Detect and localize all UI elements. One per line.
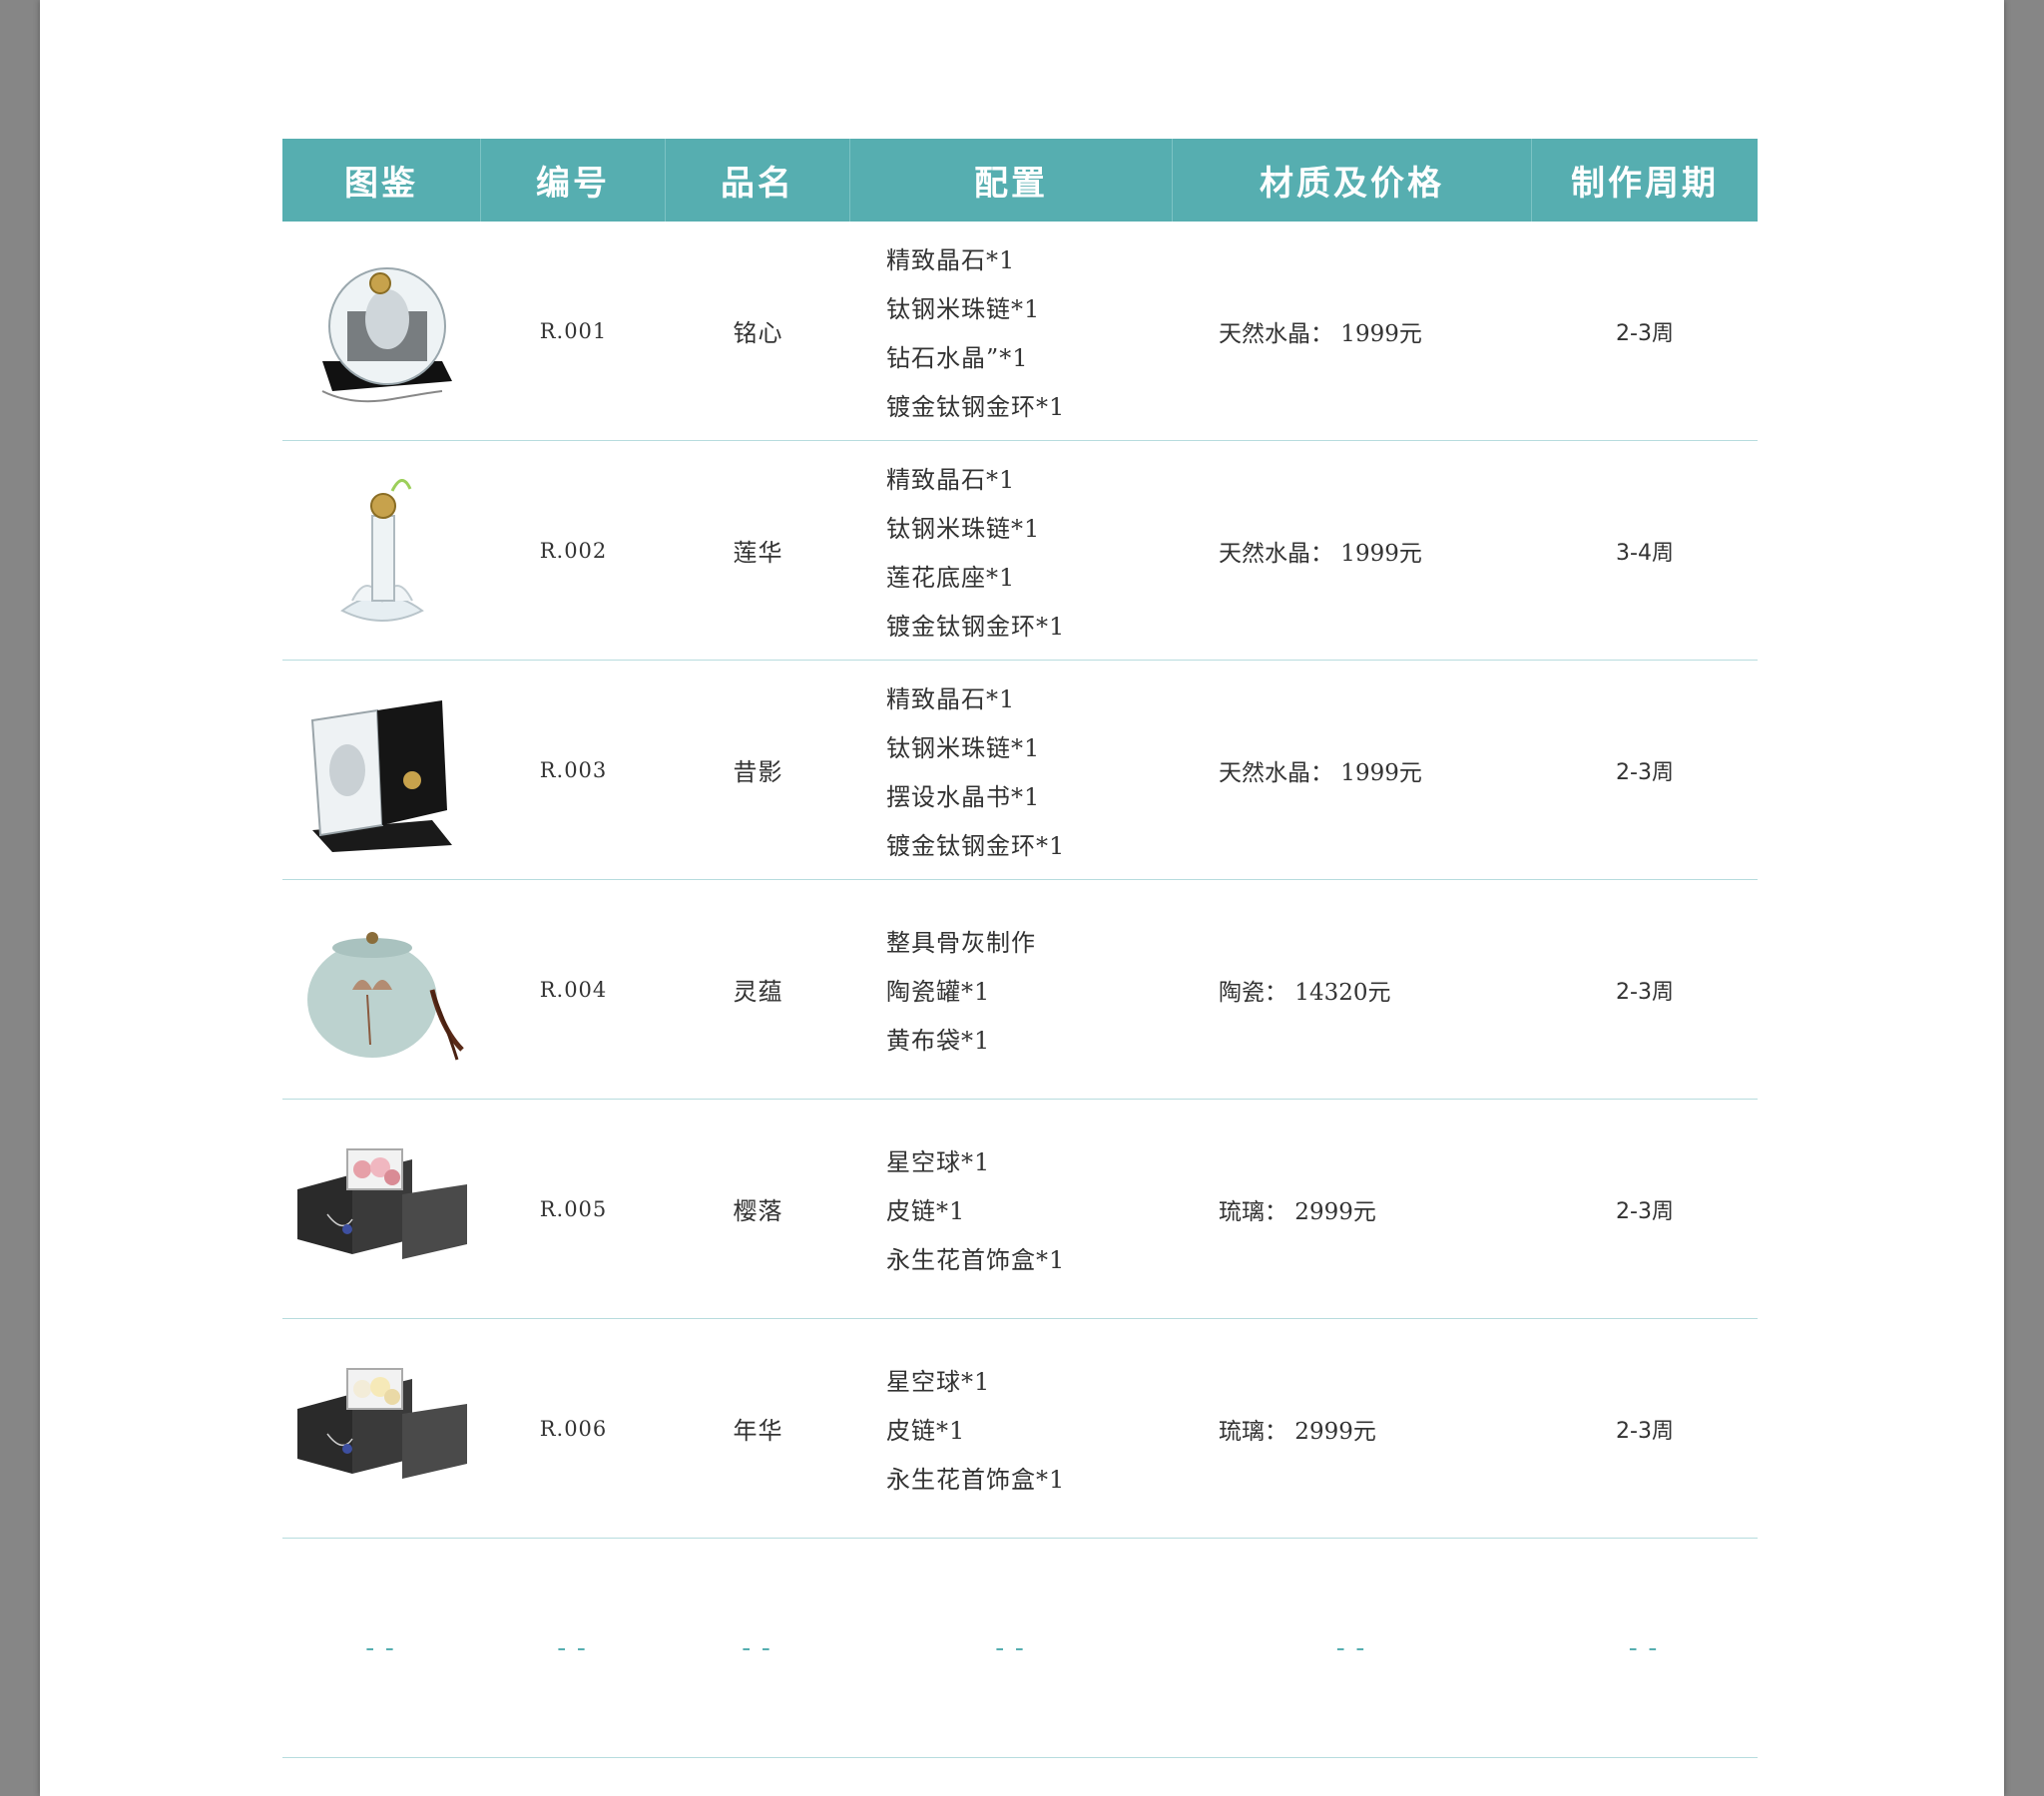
header-thumb: 图鉴 <box>282 139 481 222</box>
config-item: 精致晶石*1 <box>886 684 1016 713</box>
config-item: 钛钢米珠链*1 <box>886 733 1041 762</box>
config-item: 镀金钛钢金环*1 <box>886 392 1066 421</box>
material-price: 陶瓷： 14320元 <box>1219 979 1391 1006</box>
table-row: R.002 莲华 精致晶石*1 钛钢米珠链*1 莲花底座*1 镀金钛钢金环*1 … <box>282 441 1758 661</box>
production-period: 2-3周 <box>1616 759 1674 785</box>
placeholder-cell: -- <box>1332 1632 1372 1663</box>
thumb-cell <box>282 222 481 440</box>
config-cell: 整具骨灰制作 陶瓷罐*1 黄布袋*1 <box>850 880 1173 1099</box>
header-name: 品名 <box>666 139 850 222</box>
config-cell: 星空球*1 皮链*1 永生花首饰盒*1 <box>850 1100 1173 1318</box>
config-item: 黄布袋*1 <box>886 1027 991 1055</box>
product-code: R.004 <box>539 977 608 1002</box>
material-price: 琉璃： 2999元 <box>1219 1418 1376 1445</box>
production-period: 3-4周 <box>1616 540 1674 566</box>
config-cell: 精致晶石*1 钛钢米珠链*1 莲花底座*1 镀金钛钢金环*1 <box>850 441 1173 660</box>
table-row: R.005 樱落 星空球*1 皮链*1 永生花首饰盒*1 琉璃： 2999元 2… <box>282 1100 1758 1319</box>
thumb-cell <box>282 1100 481 1318</box>
product-name: 昔影 <box>733 758 783 786</box>
production-period: 2-3周 <box>1616 979 1674 1005</box>
placeholder-cell: -- <box>1625 1632 1665 1663</box>
product-table: 图鉴 编号 品名 配置 材质及价格 制作周期 R.001 铭心 精致晶石*1 钛… <box>282 139 1758 1758</box>
config-item: 莲花底座*1 <box>886 563 1016 592</box>
product-code: R.001 <box>539 318 608 343</box>
config-item: 摆设水晶书*1 <box>886 782 1041 811</box>
thumb-cell <box>282 661 481 879</box>
config-item: 镀金钛钢金环*1 <box>886 831 1066 860</box>
config-item: 钻石水晶”*1 <box>886 343 1029 372</box>
header-code: 编号 <box>481 139 666 222</box>
pink-flower-jewelry-box-icon <box>296 1147 467 1259</box>
product-code: R.003 <box>539 757 608 782</box>
product-name: 樱落 <box>733 1197 783 1225</box>
table-row: R.003 昔影 精致晶石*1 钛钢米珠链*1 摆设水晶书*1 镀金钛钢金环*1… <box>282 661 1758 880</box>
config-item: 永生花首饰盒*1 <box>886 1246 1066 1274</box>
production-period: 2-3周 <box>1616 1418 1674 1444</box>
product-name: 铭心 <box>733 319 783 347</box>
lotus-crystal-stand-icon <box>339 478 424 622</box>
placeholder-cell: -- <box>553 1632 594 1663</box>
product-name: 莲华 <box>733 539 783 567</box>
config-cell: 星空球*1 皮链*1 永生花首饰盒*1 <box>850 1319 1173 1538</box>
material-price: 天然水晶： 1999元 <box>1219 540 1422 567</box>
config-item: 镀金钛钢金环*1 <box>886 612 1066 641</box>
config-item: 整具骨灰制作 <box>886 929 1036 957</box>
header-config: 配置 <box>850 139 1173 222</box>
table-row: R.001 铭心 精致晶石*1 钛钢米珠链*1 钻石水晶”*1 镀金钛钢金环*1… <box>282 222 1758 441</box>
config-item: 精致晶石*1 <box>886 245 1016 274</box>
product-code: R.005 <box>539 1196 608 1221</box>
production-period: 2-3周 <box>1616 320 1674 346</box>
thumb-cell <box>282 1319 481 1538</box>
material-price: 琉璃： 2999元 <box>1219 1198 1376 1225</box>
config-item: 皮链*1 <box>886 1417 966 1445</box>
product-code: R.002 <box>539 538 608 563</box>
product-code: R.006 <box>539 1416 608 1441</box>
material-price: 天然水晶： 1999元 <box>1219 759 1422 786</box>
table-row: R.006 年华 星空球*1 皮链*1 永生花首饰盒*1 琉璃： 2999元 2… <box>282 1319 1758 1539</box>
config-item: 皮链*1 <box>886 1197 966 1225</box>
ceramic-jar-icon <box>306 931 464 1060</box>
table-row: R.004 灵蕴 整具骨灰制作 陶瓷罐*1 黄布袋*1 陶瓷： 14320元 2… <box>282 880 1758 1100</box>
white-flower-jewelry-box-icon <box>296 1367 467 1479</box>
header-material-price: 材质及价格 <box>1173 139 1532 222</box>
material-price: 天然水晶： 1999元 <box>1219 320 1422 347</box>
product-name: 年华 <box>733 1417 783 1445</box>
crystal-book-display-icon <box>310 699 452 852</box>
config-item: 星空球*1 <box>886 1368 991 1396</box>
placeholder-cell: -- <box>738 1632 778 1663</box>
config-item: 星空球*1 <box>886 1148 991 1176</box>
config-item: 钛钢米珠链*1 <box>886 294 1041 323</box>
document-page: 图鉴 编号 品名 配置 材质及价格 制作周期 R.001 铭心 精致晶石*1 钛… <box>40 0 2004 1796</box>
product-name: 灵蕴 <box>733 978 783 1006</box>
config-cell: 精致晶石*1 钛钢米珠链*1 摆设水晶书*1 镀金钛钢金环*1 <box>850 661 1173 879</box>
production-period: 2-3周 <box>1616 1198 1674 1224</box>
config-cell: 精致晶石*1 钛钢米珠链*1 钻石水晶”*1 镀金钛钢金环*1 <box>850 222 1173 440</box>
crystal-sphere-pendant-icon <box>321 266 452 402</box>
config-item: 钛钢米珠链*1 <box>886 514 1041 543</box>
header-period: 制作周期 <box>1571 164 1719 204</box>
table-header: 图鉴 编号 品名 配置 材质及价格 制作周期 <box>282 139 1758 222</box>
config-item: 永生花首饰盒*1 <box>886 1466 1066 1494</box>
placeholder-cell: -- <box>361 1632 402 1663</box>
config-item: 精致晶石*1 <box>886 465 1016 494</box>
thumb-cell <box>282 441 481 660</box>
placeholder-cell: -- <box>991 1632 1032 1663</box>
placeholder-row: -- -- -- -- -- -- <box>282 1539 1758 1758</box>
config-item: 陶瓷罐*1 <box>886 978 991 1006</box>
thumb-cell <box>282 880 481 1099</box>
